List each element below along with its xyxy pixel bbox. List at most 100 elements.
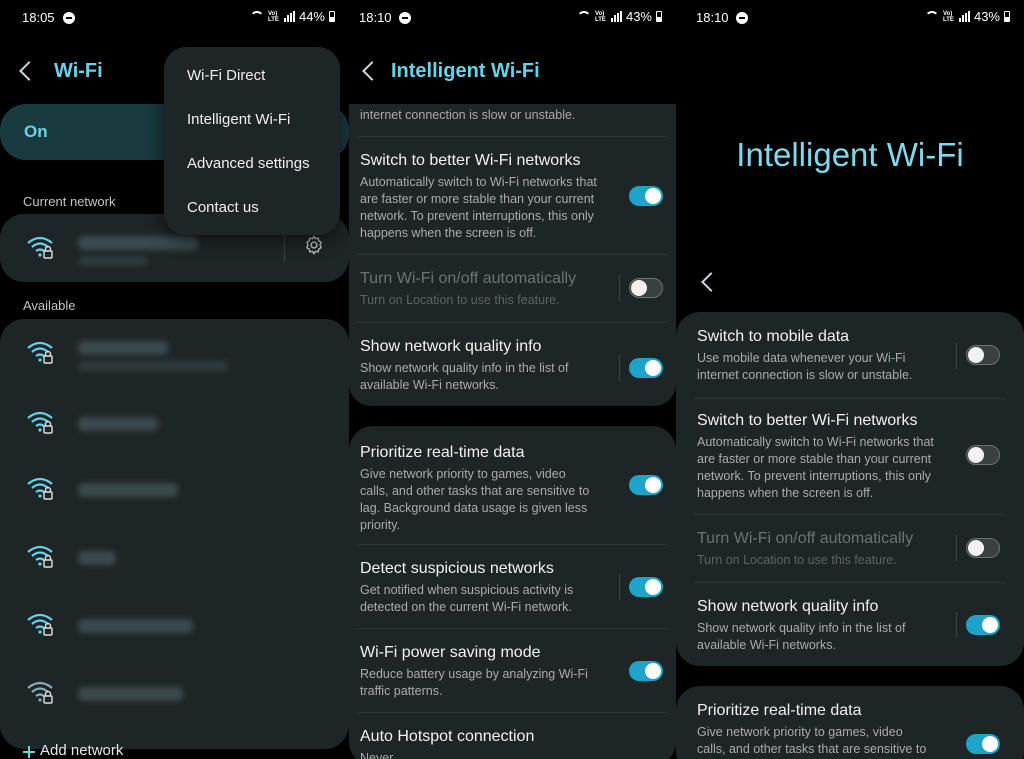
setting-title: Wi-Fi power saving mode bbox=[360, 644, 541, 661]
toggle-network-quality-info[interactable] bbox=[629, 358, 663, 378]
settings-card-1: Switch to mobile data Use mobile data wh… bbox=[676, 312, 1024, 666]
wifi-locked-icon bbox=[27, 236, 53, 259]
setting-desc: Give network priority to games, video cal… bbox=[360, 467, 590, 532]
intelligent-wifi-screen-top: 18:10 Vo) LTE 43% Intelligent Wi-Fi Switc… bbox=[676, 0, 1024, 759]
status-time: 18:05 bbox=[22, 10, 55, 25]
network-row[interactable] bbox=[0, 659, 349, 727]
toggle-power-saving[interactable] bbox=[629, 661, 663, 681]
network-row[interactable] bbox=[0, 591, 349, 659]
add-network-link[interactable]: Add network bbox=[40, 742, 123, 759]
setting-switch-mobile-data[interactable]: Switch to mobile data Use mobile data wh… bbox=[676, 328, 1024, 388]
network-row[interactable] bbox=[0, 523, 349, 591]
network-name-blurred bbox=[78, 551, 116, 565]
toggle-switch-better-networks[interactable] bbox=[629, 186, 663, 206]
setting-desc: Automatically switch to Wi-Fi networks t… bbox=[360, 175, 597, 240]
setting-switch-better-networks[interactable]: Switch to better Wi-Fi networks Automati… bbox=[349, 152, 676, 256]
page-title: Wi-Fi bbox=[54, 60, 103, 82]
setting-prioritize-realtime[interactable]: Prioritize real-time data Give network p… bbox=[349, 444, 676, 544]
toggle-network-quality-info[interactable] bbox=[966, 615, 1000, 635]
wifi-locked-icon bbox=[27, 477, 53, 500]
gear-icon[interactable] bbox=[303, 234, 325, 256]
setting-desc-fragment: internet connection is slow or unstable. bbox=[360, 108, 576, 122]
network-status-blurred bbox=[78, 256, 148, 266]
toggle-auto-wifi[interactable] bbox=[966, 538, 1000, 558]
setting-title: Switch to better Wi-Fi networks bbox=[360, 152, 581, 169]
status-icons: Vo) LTE 43% bbox=[576, 9, 662, 24]
add-icon bbox=[23, 746, 35, 758]
divider bbox=[357, 544, 668, 545]
settings-card-2: Prioritize real-time data Give network p… bbox=[676, 686, 1024, 759]
wifi-status-icon bbox=[576, 11, 591, 22]
toggle-switch-better-networks[interactable] bbox=[966, 445, 1000, 465]
setting-title: Turn Wi-Fi on/off automatically bbox=[360, 270, 577, 287]
back-icon[interactable] bbox=[701, 272, 721, 292]
status-icons: Vo) LTE 43% bbox=[924, 9, 1010, 24]
battery-icon bbox=[1004, 11, 1010, 22]
menu-item-wifi-direct[interactable]: Wi-Fi Direct bbox=[187, 67, 265, 84]
setting-auto-wifi-toggle[interactable]: Turn Wi-Fi on/off automatically Turn on … bbox=[349, 270, 676, 330]
setting-auto-hotspot[interactable]: Auto Hotspot connection Never bbox=[349, 728, 676, 759]
setting-desc: Get notified when suspicious activity is… bbox=[360, 583, 574, 614]
status-time: 18:10 bbox=[359, 10, 392, 25]
signal-icon bbox=[610, 11, 622, 22]
divider bbox=[619, 355, 620, 381]
divider bbox=[694, 514, 1006, 515]
network-name-blurred bbox=[78, 483, 178, 497]
menu-item-advanced-settings[interactable]: Advanced settings bbox=[187, 155, 310, 172]
setting-desc: Turn on Location to use this feature. bbox=[697, 553, 897, 567]
divider bbox=[357, 136, 668, 137]
setting-title: Switch to better Wi-Fi networks bbox=[697, 412, 918, 429]
setting-prioritize-realtime[interactable]: Prioritize real-time data Give network p… bbox=[676, 702, 1024, 759]
battery-percent: 43% bbox=[625, 9, 652, 24]
page-title: Intelligent Wi-Fi bbox=[391, 60, 540, 82]
setting-title: Turn Wi-Fi on/off automatically bbox=[697, 530, 914, 547]
battery-icon bbox=[656, 11, 662, 22]
divider bbox=[619, 574, 620, 600]
back-icon[interactable] bbox=[362, 61, 382, 81]
signal-icon bbox=[283, 11, 295, 22]
back-icon[interactable] bbox=[19, 61, 39, 81]
signal-icon bbox=[958, 11, 970, 22]
setting-desc: Show network quality info in the list of… bbox=[360, 361, 569, 392]
toggle-prioritize-realtime[interactable] bbox=[629, 475, 663, 495]
setting-network-quality-info[interactable]: Show network quality info Show network q… bbox=[349, 338, 676, 398]
menu-item-contact-us[interactable]: Contact us bbox=[187, 199, 259, 216]
volte-icon: Vo) LTE bbox=[267, 10, 279, 23]
setting-desc: Automatically switch to Wi-Fi networks t… bbox=[697, 435, 934, 500]
network-row[interactable] bbox=[0, 389, 349, 457]
setting-detect-suspicious[interactable]: Detect suspicious networks Get notified … bbox=[349, 560, 676, 620]
divider bbox=[694, 398, 1006, 399]
setting-network-quality-info[interactable]: Show network quality info Show network q… bbox=[676, 598, 1024, 658]
toggle-detect-suspicious[interactable] bbox=[629, 577, 663, 597]
network-row[interactable] bbox=[0, 455, 349, 523]
menu-item-intelligent-wifi[interactable]: Intelligent Wi-Fi bbox=[187, 111, 290, 128]
toggle-auto-wifi[interactable] bbox=[629, 278, 663, 298]
toggle-switch-mobile-data[interactable] bbox=[966, 345, 1000, 365]
available-networks-card bbox=[0, 319, 349, 749]
toggle-prioritize-realtime[interactable] bbox=[966, 734, 1000, 754]
volte-icon: Vo) LTE bbox=[942, 10, 954, 23]
current-network-heading: Current network bbox=[23, 194, 116, 209]
divider bbox=[694, 582, 1006, 583]
setting-power-saving[interactable]: Wi-Fi power saving mode Reduce battery u… bbox=[349, 644, 676, 704]
battery-percent: 44% bbox=[298, 9, 325, 24]
setting-switch-better-networks[interactable]: Switch to better Wi-Fi networks Automati… bbox=[676, 412, 1024, 516]
settings-card-2: Prioritize real-time data Give network p… bbox=[349, 426, 676, 759]
wifi-screen: 18:05 Vo) LTE 44% Wi-Fi On Current networ… bbox=[0, 0, 349, 759]
network-name-blurred bbox=[78, 417, 158, 431]
divider bbox=[619, 275, 620, 301]
wifi-status-icon bbox=[249, 11, 264, 22]
network-name-blurred bbox=[78, 341, 168, 355]
intelligent-wifi-screen-scrolled: 18:10 Vo) LTE 43% Intelligent Wi-Fi inter… bbox=[349, 0, 676, 759]
status-time: 18:10 bbox=[696, 10, 729, 25]
status-bar: 18:10 Vo) LTE 43% bbox=[676, 0, 1024, 34]
setting-auto-wifi-toggle[interactable]: Turn Wi-Fi on/off automatically Turn on … bbox=[676, 530, 1024, 590]
divider bbox=[284, 232, 285, 262]
divider bbox=[956, 535, 957, 561]
setting-title: Show network quality info bbox=[360, 338, 542, 355]
volte-icon: Vo) LTE bbox=[594, 10, 606, 23]
network-row[interactable] bbox=[0, 319, 349, 387]
wifi-locked-icon bbox=[27, 545, 53, 568]
settings-card-1: internet connection is slow or unstable.… bbox=[349, 104, 676, 406]
three-screen-collage: 18:05 Vo) LTE 44% Wi-Fi On Current networ… bbox=[0, 0, 1024, 759]
